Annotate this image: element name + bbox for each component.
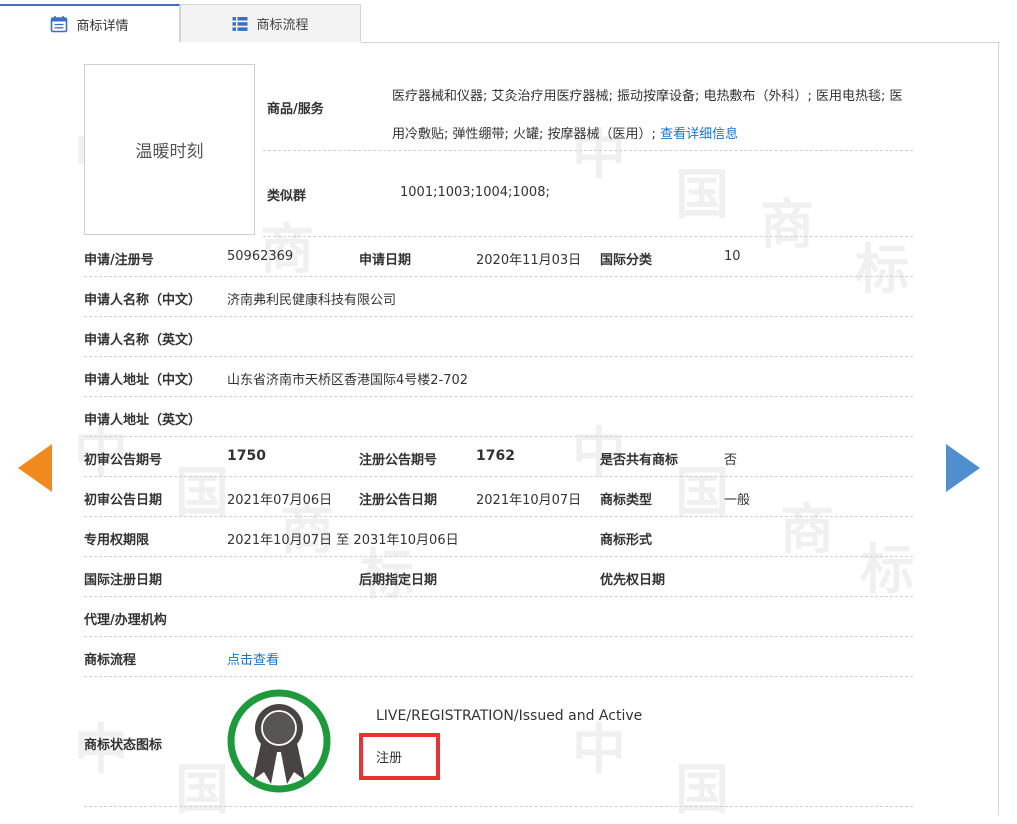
award-ribbon-icon (227, 682, 331, 800)
row-divider (84, 516, 913, 517)
tab-trademark-detail[interactable]: 商标详情 (0, 4, 180, 42)
row-divider (84, 436, 913, 437)
apply-date-label: 申请日期 (359, 253, 412, 268)
row-divider (84, 276, 913, 277)
reg-issue-label: 注册公告期号 (359, 453, 438, 468)
row-divider (84, 806, 913, 807)
tab-label: 商标流程 (256, 18, 309, 33)
shared-label: 是否共有商标 (600, 453, 679, 468)
status-chinese: 注册 (376, 751, 403, 766)
row-divider (84, 556, 913, 557)
shared-value: 否 (724, 453, 738, 468)
address-cn-value: 山东省济南市天桥区香港国际4号楼2-702 (227, 373, 469, 388)
view-details-link[interactable]: 查看详细信息 (660, 127, 738, 142)
prelim-date-value: 2021年07月06日 (227, 493, 333, 508)
process-view-link[interactable]: 点击查看 (227, 649, 279, 668)
row-divider (84, 636, 913, 637)
reg-date-label: 注册公告日期 (359, 493, 438, 508)
trademark-image: 温暖时刻 (84, 64, 255, 235)
address-cn-label: 申请人地址（中文） (84, 373, 202, 388)
row-divider (84, 316, 913, 317)
tab-trademark-process[interactable]: 商标流程 (180, 4, 361, 42)
reg-no-label: 申请/注册号 (84, 253, 154, 268)
applicant-cn-label: 申请人名称（中文） (84, 293, 202, 308)
later-date-label: 后期指定日期 (359, 573, 438, 588)
reg-issue-value: 1762 (476, 448, 515, 464)
priority-date-label: 优先权日期 (600, 573, 666, 588)
calendar-icon (51, 16, 68, 33)
similar-group-label: 类似群 (267, 189, 307, 204)
tm-type-value: 一般 (724, 493, 751, 508)
status-icon-label: 商标状态图标 (84, 738, 163, 753)
intl-class-value: 10 (724, 249, 741, 264)
process-label: 商标流程 (84, 653, 137, 668)
arrow-left-icon[interactable] (18, 444, 52, 492)
goods-services-value: 医疗器械和仪器; 艾灸治疗用医疗器械; 振动按摩设备; 电热敷布（外科）; 医用… (392, 78, 912, 154)
reg-no-value: 50962369 (227, 249, 294, 264)
row-divider (263, 236, 913, 237)
row-divider (263, 150, 913, 151)
prelim-issue-value: 1750 (227, 448, 266, 464)
similar-group-value: 1001;1003;1004;1008; (400, 185, 550, 200)
tab-bar: 商标详情 商标流程 (0, 0, 1017, 44)
apply-date-value: 2020年11月03日 (476, 253, 582, 268)
status-english: LIVE/REGISTRATION/Issued and Active (376, 708, 643, 724)
applicant-cn-value: 济南弗利民健康科技有限公司 (227, 293, 397, 308)
row-divider (84, 676, 913, 677)
list-icon (232, 16, 248, 31)
tm-type-label: 商标类型 (600, 493, 653, 508)
row-divider (84, 356, 913, 357)
tab-label: 商标详情 (76, 18, 129, 34)
intl-class-label: 国际分类 (600, 253, 653, 268)
applicant-en-label: 申请人名称（英文） (84, 333, 202, 348)
prelim-issue-label: 初审公告期号 (84, 453, 163, 468)
trademark-image-text: 温暖时刻 (135, 142, 204, 162)
status-badge: 注册 (359, 733, 440, 780)
row-divider (84, 396, 913, 397)
intl-reg-date-label: 国际注册日期 (84, 573, 163, 588)
reg-date-value: 2021年10月07日 (476, 493, 582, 508)
agent-label: 代理/办理机构 (84, 613, 167, 628)
exclusive-period-label: 专用权期限 (84, 533, 150, 548)
address-en-label: 申请人地址（英文） (84, 413, 202, 428)
tm-form-label: 商标形式 (600, 533, 653, 548)
goods-services-label: 商品/服务 (267, 102, 324, 117)
row-divider (84, 476, 913, 477)
row-divider (84, 596, 913, 597)
prelim-date-label: 初审公告日期 (84, 493, 163, 508)
exclusive-period-value: 2021年10月07日 至 2031年10月06日 (227, 533, 459, 548)
goods-services-text: 医疗器械和仪器; 艾灸治疗用医疗器械; 振动按摩设备; 电热敷布（外科）; 医用… (392, 89, 903, 142)
arrow-right-icon[interactable] (946, 444, 980, 492)
